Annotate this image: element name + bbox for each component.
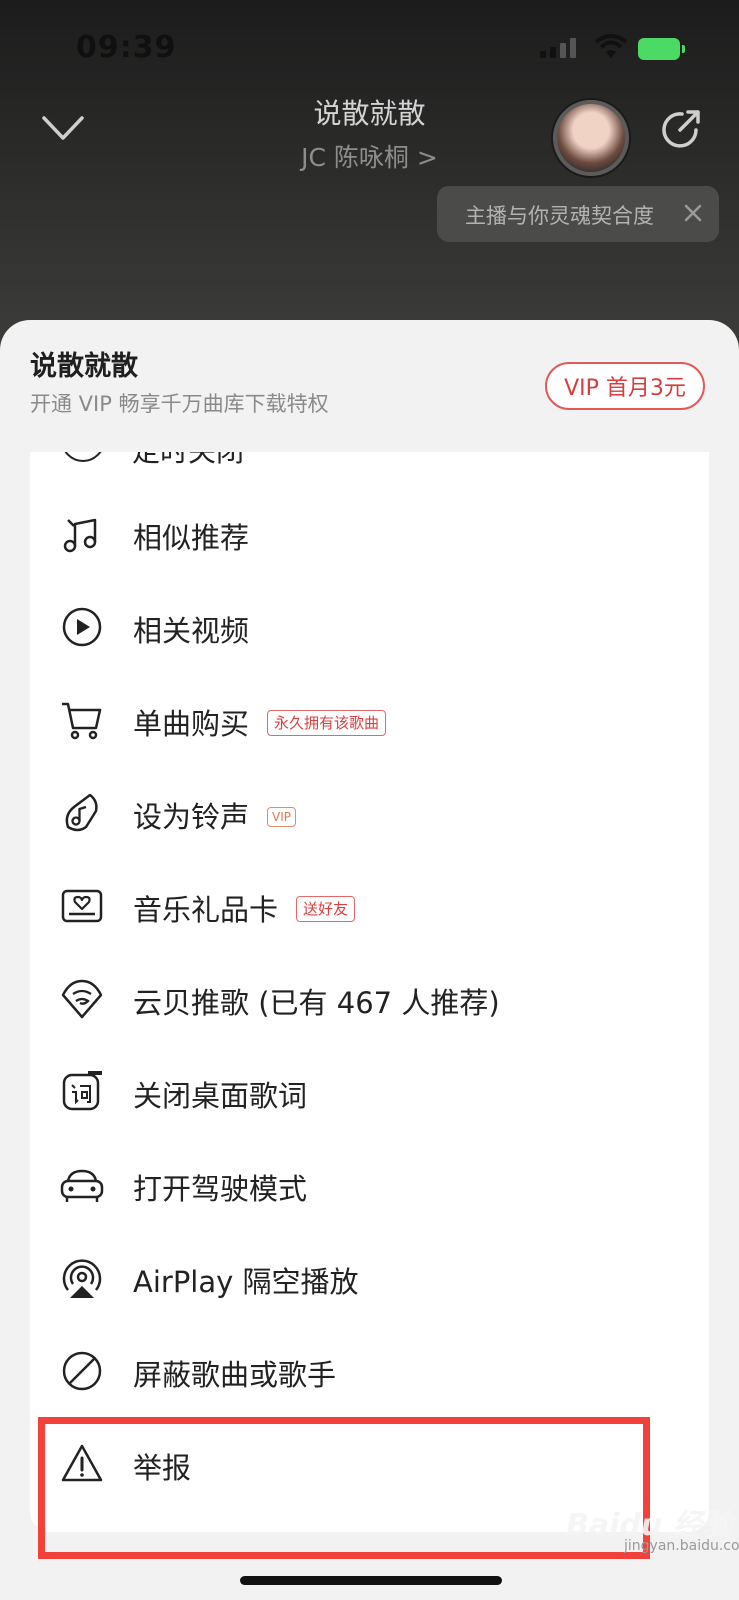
menu-item-block[interactable]: 屏蔽歌曲或歌手 [30,1325,709,1417]
ringtone-icon [65,793,98,832]
sheet-subtitle: 开通 VIP 畅享千万曲库下载特权 [30,392,329,416]
airplay-icon [62,1259,102,1298]
menu-item-purchase[interactable]: 单曲购买 永久拥有该歌曲 [30,674,709,766]
menu-item-label: 音乐礼品卡 [133,893,279,927]
avatar[interactable] [553,100,629,176]
sheet-title: 说散就散 [30,351,138,382]
close-icon[interactable] [681,201,705,225]
menu-item-ringtone[interactable]: 设为铃声 VIP [30,767,709,859]
menu-item-label: AirPlay 隔空播放 [133,1265,359,1299]
report-highlight-box [38,1417,650,1559]
cart-icon [62,702,102,740]
lyrics-icon [62,1071,102,1111]
song-title: 说散就散 [313,97,426,130]
gift-card-icon [61,889,103,923]
menu-item-similar[interactable]: 相似推荐 [30,488,709,580]
menu-item-label: 云贝推歌 (已有 467 人推荐) [133,986,500,1020]
signal-icon [540,38,576,58]
play-video-icon [62,607,102,647]
tooltip-text: 主播与你灵魂契合度 [465,204,654,228]
menu-item-label: 相似推荐 [133,521,250,555]
home-indicator[interactable] [240,1576,502,1585]
menu-item-gift-card[interactable]: 音乐礼品卡 送好友 [30,860,709,952]
menu-item-airplay[interactable]: AirPlay 隔空播放 [30,1232,709,1324]
vip-offer-button[interactable]: VIP 首月3元 [545,362,705,410]
menu-item-label: 打开驾驶模式 [133,1172,308,1206]
menu-item-desktop-lyrics[interactable]: 关闭桌面歌词 [30,1046,709,1138]
watermark-url: jingyan.baidu.com [624,1538,739,1554]
menu-item-label: 相关视频 [133,614,250,648]
status-time: 09:39 [76,30,177,65]
menu-item-label: 关闭桌面歌词 [133,1079,308,1113]
cloud-shell-icon [61,979,103,1019]
menu-item-driving-mode[interactable]: 打开驾驶模式 [30,1139,709,1231]
send-friend-badge: 送好友 [296,896,356,922]
menu-item-label: 设为铃声 [133,800,250,834]
soul-match-tooltip[interactable]: 主播与你灵魂契合度 [437,186,719,242]
car-icon [60,1169,104,1202]
vip-badge: VIP [267,807,296,827]
battery-icon [638,38,685,60]
menu-item-label: 单曲购买 [133,707,250,741]
share-icon[interactable] [658,106,704,152]
menu-item-video[interactable]: 相关视频 [30,581,709,673]
menu-item-cloud-shell[interactable]: 云贝推歌 (已有 467 人推荐) [30,953,709,1045]
permanent-badge: 永久拥有该歌曲 [267,710,387,736]
wifi-icon [594,34,628,58]
menu-item-label: 屏蔽歌曲或歌手 [133,1358,337,1392]
menu-list: 定时关闭 相似推荐 相关视频 单曲购买 永久拥有该歌曲 [30,452,709,1532]
status-bar: 09:39 [0,0,739,90]
timer-icon [61,452,105,462]
music-notes-icon [63,518,97,553]
menu-item-label[interactable]: 定时关闭 [132,452,244,470]
block-icon [62,1351,102,1391]
